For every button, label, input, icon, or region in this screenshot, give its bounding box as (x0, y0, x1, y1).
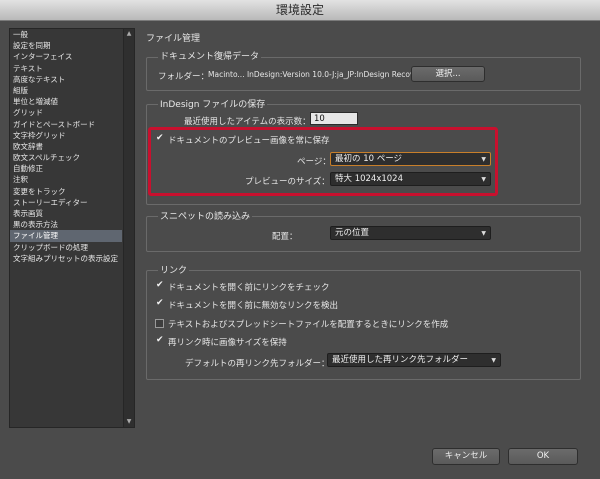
sidebar-item[interactable]: 自動修正 (10, 163, 122, 174)
recent-items-field[interactable]: 10 (310, 112, 358, 125)
cancel-button[interactable]: キャンセル (432, 448, 500, 465)
snippet-group-title: スニペットの読み込み (158, 209, 253, 222)
default-relink-folder-select[interactable]: 最近使用した再リンク先フォルダー ▼ (327, 353, 501, 367)
find-missing-links-label[interactable]: ドキュメントを開く前に無効なリンクを検出 (168, 299, 338, 311)
sidebar-item[interactable]: ストーリーエディター (10, 197, 122, 208)
sidebar-scrollbar[interactable]: ▲ ▼ (123, 29, 134, 427)
preferences-window: 環境設定 一般 設定を同期 インターフェイス テキスト 高度なテキスト 組版 単位と増減値グ… (0, 0, 600, 479)
sidebar-item[interactable]: 高度なテキスト (10, 74, 122, 85)
sidebar-item[interactable]: 単位と増減値 (10, 96, 122, 107)
placement-label: 配置： (272, 232, 298, 242)
check-links-checkbox[interactable]: ✔ (156, 281, 165, 290)
sidebar-item[interactable]: ファイル管理 (10, 230, 122, 242)
window-title: 環境設定 (0, 0, 600, 21)
category-list: 一般 設定を同期 インターフェイス テキスト 高度なテキスト 組版 単位と増減値 グリッド ガイ… (10, 29, 122, 264)
annotation-highlight (148, 127, 498, 196)
ok-button[interactable]: OK (508, 448, 578, 465)
check-links-label[interactable]: ドキュメントを開く前にリンクをチェック (168, 281, 330, 293)
sidebar-item[interactable]: 設定を同期 (10, 40, 122, 51)
sidebar-item[interactable]: 黒の表示方法 (10, 219, 122, 230)
sidebar-item[interactable]: インターフェイス (10, 51, 122, 62)
sidebar-item[interactable]: ガイドとペーストボード (10, 119, 122, 130)
links-group-title: リンク (158, 263, 190, 276)
sidebar-item[interactable]: 欧文スペルチェック (10, 152, 122, 163)
sidebar-item[interactable]: 変更をトラック (10, 186, 122, 197)
recent-items-label: 最近使用したアイテムの表示数： (184, 117, 311, 127)
default-relink-folder-label: デフォルトの再リンク先フォルダー： (185, 359, 330, 369)
sidebar-item[interactable]: 注釈 (10, 174, 122, 185)
placement-select[interactable]: 元の位置 ▼ (330, 226, 491, 240)
sidebar-item[interactable]: 一般 (10, 29, 122, 40)
sidebar-item[interactable]: 組版 (10, 85, 122, 96)
chevron-down-icon: ▼ (491, 357, 496, 364)
sidebar-item[interactable]: 文字組みプリセットの表示設定 (10, 253, 122, 264)
sidebar-item[interactable]: クリップボードの処理 (10, 242, 122, 253)
recovery-group-title: ドキュメント復帰データ (158, 49, 262, 62)
chevron-down-icon: ▼ (481, 230, 486, 237)
create-links-label[interactable]: テキストおよびスプレッドシートファイルを配置するときにリンクを作成 (168, 318, 448, 330)
sidebar-item[interactable]: 文字枠グリッド (10, 130, 122, 141)
scroll-up-icon[interactable]: ▲ (124, 29, 134, 39)
preserve-dimensions-label[interactable]: 再リンク時に画像サイズを保持 (168, 336, 287, 348)
panel-title: ファイル管理 (146, 34, 201, 44)
default-relink-folder-value: 最近使用した再リンク先フォルダー (332, 355, 469, 365)
sidebar-item[interactable]: 表示画質 (10, 208, 122, 219)
sidebar-item[interactable]: テキスト (10, 63, 122, 74)
sidebar-item[interactable]: グリッド (10, 107, 122, 118)
save-group-title: InDesign ファイルの保存 (158, 97, 268, 110)
create-links-checkbox[interactable] (155, 319, 164, 328)
preserve-dimensions-checkbox[interactable]: ✔ (156, 336, 165, 345)
choose-folder-button[interactable]: 選択... (411, 66, 485, 82)
find-missing-links-checkbox[interactable]: ✔ (156, 299, 165, 308)
folder-label: フォルダー： (158, 72, 210, 82)
sidebar-item[interactable]: 欧文辞書 (10, 141, 122, 152)
placement-select-value: 元の位置 (335, 228, 370, 238)
folder-path: Macinto... InDesign:Version 10.0-J:ja_JP… (208, 70, 427, 79)
scroll-down-icon[interactable]: ▼ (124, 417, 134, 427)
category-sidebar: 一般 設定を同期 インターフェイス テキスト 高度なテキスト 組版 単位と増減値 グリッド ガイ… (9, 28, 135, 428)
